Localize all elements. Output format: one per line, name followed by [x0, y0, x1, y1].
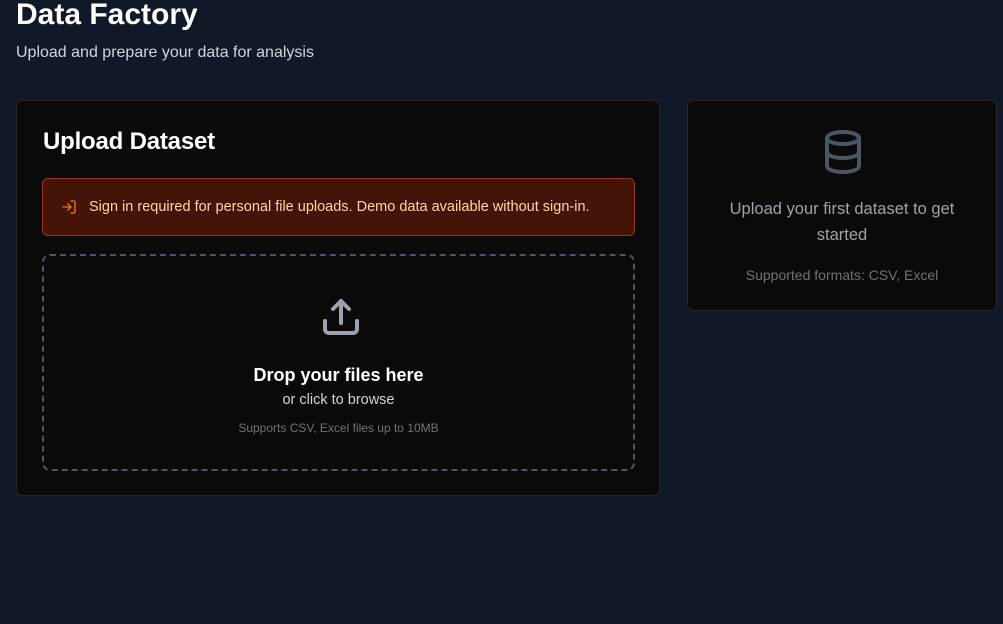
alert-message: Sign in required for personal file uploa…: [89, 199, 590, 215]
sign-in-icon: [61, 199, 77, 215]
file-dropzone[interactable]: Drop your files here or click to browse …: [42, 254, 635, 471]
upload-dataset-card: Upload Dataset Sign in required for pers…: [16, 100, 660, 496]
browse-link[interactable]: or click to browse: [44, 390, 633, 410]
database-icon: [819, 128, 867, 176]
supported-formats: Supported formats: CSV, Excel: [745, 267, 939, 283]
empty-state-card: Upload your first dataset to get started…: [687, 100, 997, 311]
dropzone-title: Drop your files here: [253, 365, 424, 385]
card-title: Upload Dataset: [43, 128, 215, 155]
page-title: Data Factory: [16, 0, 198, 31]
dropzone-note: Supports CSV, Excel files up to 10MB: [238, 421, 439, 435]
upload-icon: [317, 293, 365, 341]
empty-state-message: Upload your first dataset to get started: [729, 200, 955, 244]
sign-in-alert: Sign in required for personal file uploa…: [42, 178, 635, 236]
page-subtitle: Upload and prepare your data for analysi…: [16, 44, 314, 61]
